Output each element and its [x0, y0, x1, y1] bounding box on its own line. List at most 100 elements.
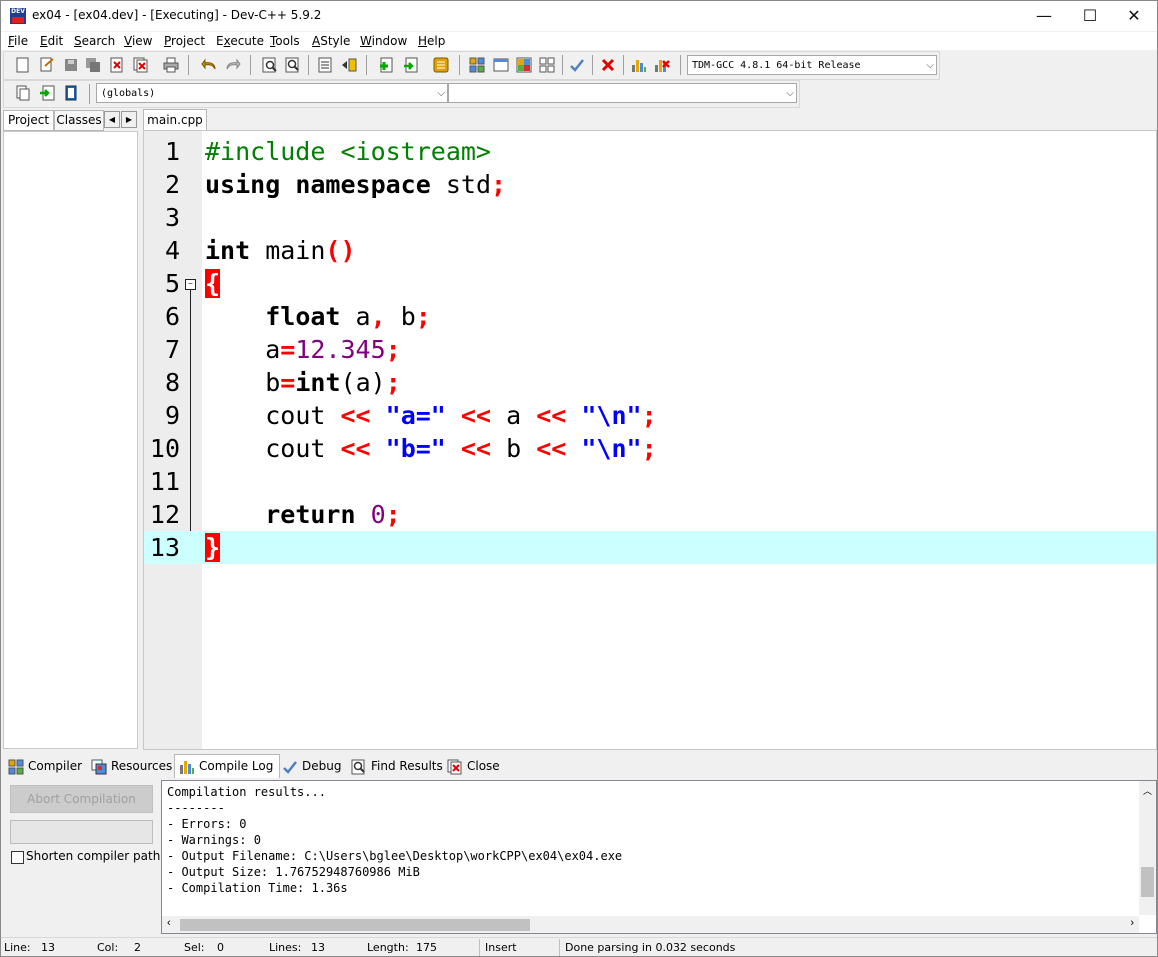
tab-main-cpp[interactable]: main.cpp	[143, 109, 207, 130]
status-line-label: Line:	[4, 941, 31, 954]
line-number: 10	[149, 434, 180, 463]
code-editor[interactable]: 1 #include <iostream> 2 using namespace …	[143, 130, 1157, 750]
debug-check-icon	[282, 759, 298, 775]
menu-search[interactable]: Search	[74, 34, 115, 48]
syntax-check-icon[interactable]	[567, 55, 587, 75]
stop-execution-icon[interactable]	[598, 55, 618, 75]
tab-scroll-left-icon[interactable]: ◀	[104, 111, 120, 128]
left-panel-tabs: Project Classes ◀ ▶	[3, 110, 137, 131]
toolbar-separator	[680, 55, 681, 75]
scroll-thumb[interactable]	[180, 919, 530, 931]
save-icon[interactable]	[61, 55, 81, 75]
horizontal-scrollbar[interactable]: ‹ ›	[162, 916, 1139, 933]
scroll-right-icon[interactable]: ›	[1130, 917, 1134, 929]
compile-icon[interactable]	[467, 55, 487, 75]
compile-log-output[interactable]: Compilation results... -------- - Errors: …	[161, 780, 1157, 934]
tab-label: Resources	[111, 759, 173, 773]
scope-select[interactable]: (globals) ⌵	[96, 83, 448, 103]
chevron-down-icon: ⌵	[437, 88, 445, 99]
add-to-project-icon[interactable]	[376, 55, 396, 75]
code-text: }	[205, 533, 221, 562]
profile-icon[interactable]	[629, 55, 649, 75]
new-file-icon[interactable]	[13, 55, 33, 75]
line-number: 6	[164, 302, 180, 331]
tab-label: Debug	[302, 759, 342, 773]
chevron-down-icon: ⌵	[926, 60, 934, 71]
undo-icon[interactable]	[199, 55, 219, 75]
replace-icon[interactable]	[283, 55, 303, 75]
shorten-paths-checkbox[interactable]	[11, 851, 24, 864]
open-file-icon[interactable]	[37, 55, 57, 75]
insert-icon[interactable]	[13, 83, 33, 103]
log-line: - Errors: 0	[167, 817, 247, 831]
toggle-bookmark-icon[interactable]	[339, 55, 359, 75]
compiler-select-value: TDM-GCC 4.8.1 64-bit Release	[692, 60, 861, 71]
save-all-icon[interactable]	[83, 55, 103, 75]
redo-icon[interactable]	[223, 55, 243, 75]
menu-edit[interactable]: Edit	[40, 34, 63, 48]
code-text: float a, b;	[265, 302, 431, 331]
run-icon[interactable]	[491, 55, 511, 75]
tab-compile-log[interactable]: Compile Log	[174, 754, 280, 778]
line-number: 1	[164, 137, 180, 166]
menu-execute[interactable]: Execute	[216, 34, 264, 48]
close-window-button[interactable]: ✕	[1111, 1, 1157, 31]
compiler-select[interactable]: TDM-GCC 4.8.1 64-bit Release ⌵	[687, 55, 937, 75]
menu-help[interactable]: Help	[418, 34, 445, 48]
scope-select-value: (globals)	[101, 88, 156, 99]
find-icon[interactable]	[260, 55, 280, 75]
menu-file[interactable]: File	[8, 34, 28, 48]
project-tree-panel[interactable]	[3, 131, 138, 749]
code-line-2: 2 using namespace std;	[144, 168, 1156, 201]
tab-project[interactable]: Project	[3, 110, 54, 131]
code-line-5: 5 − {	[144, 267, 1156, 300]
abort-compilation-button[interactable]: Abort Compilation	[10, 785, 153, 813]
menu-tools[interactable]: Tools	[270, 34, 300, 48]
title-bar[interactable]: DEV ex04 - [ex04.dev] - [Executing] - De…	[1, 1, 1157, 31]
print-icon[interactable]	[161, 55, 181, 75]
tab-classes[interactable]: Classes	[54, 110, 104, 131]
scroll-thumb[interactable]	[1141, 867, 1154, 897]
toolbar-separator	[592, 55, 593, 75]
goto-definition-icon[interactable]	[61, 83, 81, 103]
menu-astyle[interactable]: AStyle	[312, 34, 350, 48]
fold-collapse-icon[interactable]: −	[185, 279, 196, 290]
scroll-left-icon[interactable]: ‹	[167, 917, 171, 929]
status-col-value: 2	[134, 941, 141, 954]
line-number: 8	[164, 368, 180, 397]
tab-compiler[interactable]: Compiler	[8, 756, 82, 777]
vertical-scrollbar[interactable]: ︿	[1139, 781, 1156, 915]
line-number: 7	[164, 335, 180, 364]
maximize-button[interactable]: ☐	[1067, 1, 1113, 31]
member-select[interactable]: ⌵	[448, 83, 797, 103]
close-all-icon[interactable]	[131, 55, 151, 75]
tab-debug[interactable]: Debug	[282, 756, 341, 777]
code-line-11: 11	[144, 465, 1156, 498]
menu-window[interactable]: Window	[360, 34, 407, 48]
status-insert-mode: Insert	[485, 941, 517, 954]
line-number: 2	[164, 170, 180, 199]
tab-close[interactable]: Close	[447, 756, 500, 777]
goto-declaration-icon[interactable]	[37, 83, 57, 103]
delete-profile-icon[interactable]	[652, 55, 672, 75]
minimize-button[interactable]: —	[1021, 1, 1067, 31]
tab-label: Compile Log	[199, 759, 274, 773]
menu-project[interactable]: Project	[164, 34, 205, 48]
log-line: - Compilation Time: 1.36s	[167, 881, 348, 895]
tab-scroll-right-icon[interactable]: ▶	[121, 111, 137, 128]
window-title: ex04 - [ex04.dev] - [Executing] - Dev-C+…	[32, 8, 322, 22]
code-text: #include <iostream>	[205, 137, 491, 166]
compile-run-icon[interactable]	[514, 55, 534, 75]
project-options-icon[interactable]	[431, 55, 451, 75]
tab-find-results[interactable]: Find Results	[351, 756, 443, 777]
remove-from-project-icon[interactable]	[401, 55, 421, 75]
menu-view[interactable]: View	[124, 34, 152, 48]
scroll-up-icon[interactable]: ︿	[1143, 784, 1152, 797]
code-line-8: 8 b=int(a);	[144, 366, 1156, 399]
main-toolbar: TDM-GCC 4.8.1 64-bit Release ⌵	[3, 51, 940, 80]
tab-resources[interactable]: Resources	[91, 756, 172, 777]
close-file-icon[interactable]	[107, 55, 127, 75]
goto-line-icon[interactable]	[315, 55, 335, 75]
rebuild-all-icon[interactable]	[537, 55, 557, 75]
code-line-4: 4 int main()	[144, 234, 1156, 267]
